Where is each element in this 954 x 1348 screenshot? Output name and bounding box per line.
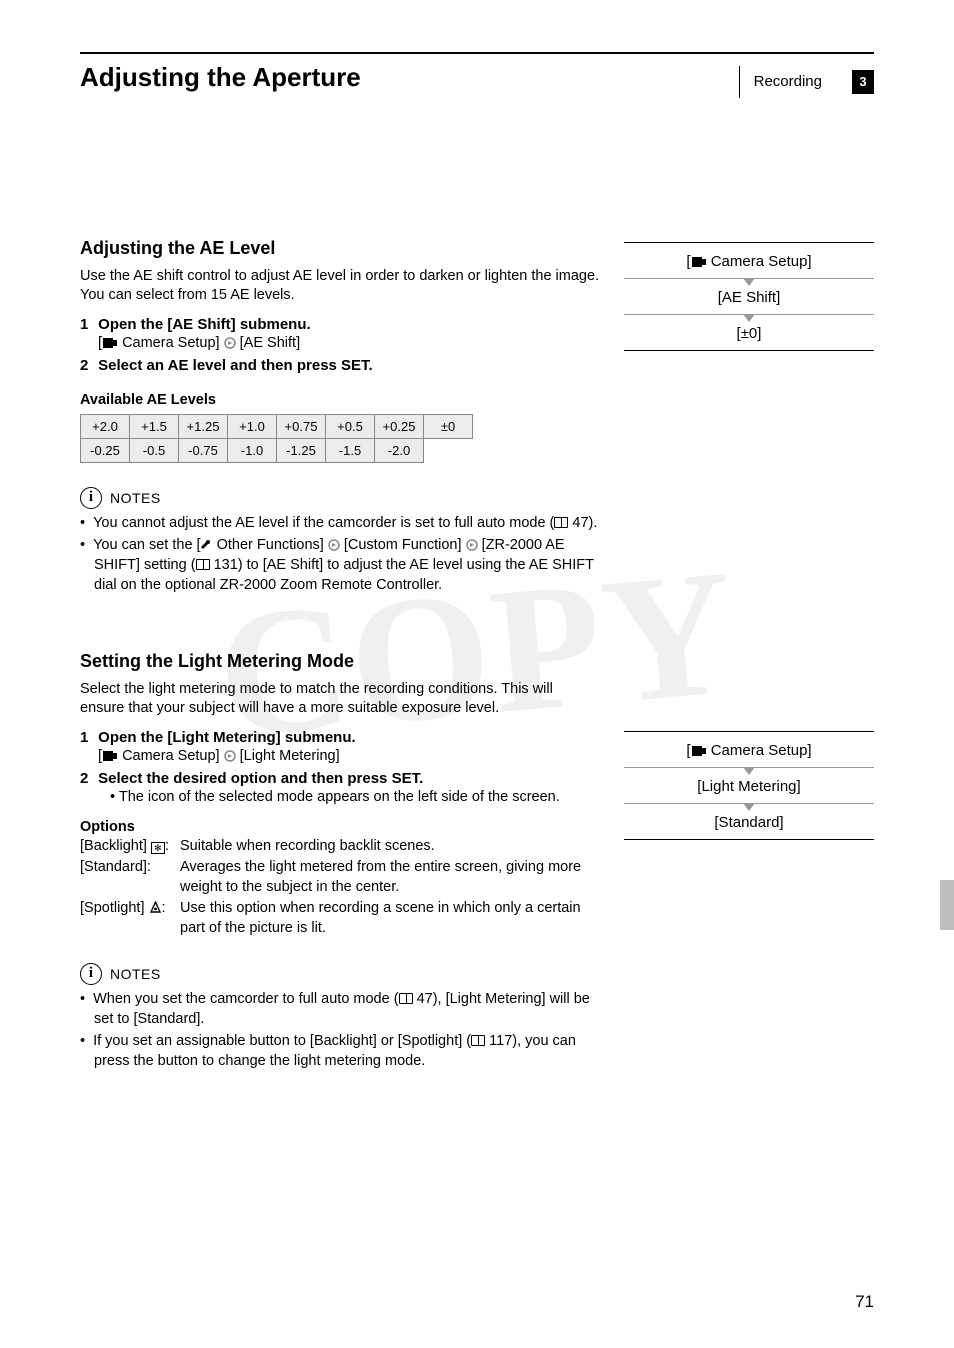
path-row: [±0] (624, 315, 874, 350)
opt-backlight: [Backlight] ✻: Suitable when recording b… (80, 837, 600, 857)
ae-notes-header: i NOTES (80, 487, 600, 509)
ae-cell: +1.0 (228, 414, 277, 438)
lm-step1-text: Open the [Light Metering] submenu. (98, 729, 356, 746)
note-text: When you set the camcorder to full auto … (93, 991, 398, 1007)
ae-cell: -0.75 (179, 438, 228, 462)
info-icon: i (80, 487, 102, 509)
book-ref-icon (196, 559, 210, 570)
notes-label: NOTES (110, 490, 161, 506)
ae-levels-table: +2.0 +1.5 +1.25 +1.0 +0.75 +0.5 +0.25 ±0… (80, 414, 473, 463)
ae-cell: -0.25 (81, 438, 130, 462)
lm-step2: 2 Select the desired option and then pre… (80, 770, 600, 787)
info-icon: i (80, 963, 102, 985)
opt-label: [Standard]: (80, 858, 180, 897)
ae-note2: You can set the [ Other Functions] [Cust… (80, 535, 600, 595)
note-text: [Custom Function] (344, 537, 462, 553)
camera-icon (102, 337, 118, 349)
note-text: Other Functions] (213, 537, 324, 553)
arrow-icon (466, 539, 478, 551)
ae-path-b: [AE Shift] (240, 335, 300, 351)
opt-desc: Use this option when recording a scene i… (180, 899, 600, 938)
path-row: [Light Metering] (624, 768, 874, 803)
ae-step1-path: [ Camera Setup] [AE Shift] (98, 335, 600, 351)
opt-desc: Averages the light metered from the enti… (180, 858, 600, 897)
lm-path-a: Camera Setup] (122, 748, 220, 764)
ae-step1: 1 Open the [AE Shift] submenu. (80, 316, 600, 333)
note-ref: 47). (572, 515, 597, 531)
ae-cell: +2.0 (81, 414, 130, 438)
path-row: [ Camera Setup] (624, 732, 874, 767)
ae-notes-list: You cannot adjust the AE level if the ca… (80, 513, 600, 595)
arrow-icon (224, 750, 236, 762)
lm-notes-list: When you set the camcorder to full auto … (80, 989, 600, 1071)
arrow-icon (328, 539, 340, 551)
arrow-icon (224, 337, 236, 349)
ae-cell: +0.5 (326, 414, 375, 438)
path-row: [Standard] (624, 804, 874, 839)
book-ref-icon (554, 517, 568, 528)
camera-icon (691, 745, 707, 757)
ae-cell: -2.0 (375, 438, 424, 462)
book-ref-icon (471, 1035, 485, 1046)
lm-notes-header: i NOTES (80, 963, 600, 985)
lm-step2-text: Select the desired option and then press… (98, 770, 423, 787)
ae-cell: +1.5 (130, 414, 179, 438)
ae-cell: -1.25 (277, 438, 326, 462)
opt-label: [Spotlight] : (80, 899, 180, 938)
ae-note1: You cannot adjust the AE level if the ca… (80, 513, 600, 533)
options-title: Options (80, 819, 600, 835)
wrench-icon (201, 539, 213, 551)
lm-note2: If you set an assignable button to [Back… (80, 1031, 600, 1071)
available-levels-label: Available AE Levels (80, 392, 600, 408)
camera-icon (102, 750, 118, 762)
page-number: 71 (855, 1292, 874, 1312)
notes-label: NOTES (110, 966, 161, 982)
spotlight-icon (149, 901, 162, 914)
lm-note1: When you set the camcorder to full auto … (80, 989, 600, 1029)
note-text: You can set the [ (93, 537, 201, 553)
path-text: Camera Setup] (711, 742, 812, 759)
ae-step2-text: Select an AE level and then press SET. (98, 357, 373, 374)
opt-desc: Suitable when recording backlit scenes. (180, 837, 435, 857)
top-rule: Adjusting the Aperture Recording 3 (80, 52, 874, 98)
camera-icon (691, 256, 707, 268)
ae-cell: ±0 (424, 414, 473, 438)
lm-step1-path: [ Camera Setup] [Light Metering] (98, 748, 600, 764)
ae-heading: Adjusting the AE Level (80, 238, 600, 259)
ae-cell: +0.25 (375, 414, 424, 438)
book-ref-icon (399, 993, 413, 1004)
path-row: [AE Shift] (624, 279, 874, 314)
opt-label: [Backlight] ✻: (80, 837, 180, 857)
chapter-chip: 3 (852, 70, 874, 94)
path-text: Camera Setup] (711, 253, 812, 270)
ae-cell: +1.25 (179, 414, 228, 438)
lm-step2-sub: • The icon of the selected mode appears … (110, 789, 600, 805)
opt-label-text: [Spotlight] (80, 900, 145, 916)
side-tab (940, 880, 954, 930)
lm-path-b: [Light Metering] (240, 748, 340, 764)
ae-step1-text: Open the [AE Shift] submenu. (98, 316, 311, 333)
lm-intro: Select the light metering mode to match … (80, 680, 600, 719)
note-text: If you set an assignable button to [Back… (93, 1033, 471, 1049)
opt-label-text: [Backlight] (80, 838, 147, 854)
path-row: [ Camera Setup] (624, 243, 874, 278)
page-title: Adjusting the Aperture (80, 62, 361, 93)
ae-step2: 2 Select an AE level and then press SET. (80, 357, 600, 374)
ae-cell: -0.5 (130, 438, 179, 462)
ae-cell: -1.0 (228, 438, 277, 462)
ae-menu-path: [ Camera Setup] [AE Shift] [±0] (624, 242, 874, 351)
lm-heading: Setting the Light Metering Mode (80, 651, 600, 672)
ae-cell: -1.5 (326, 438, 375, 462)
lm-menu-path: [ Camera Setup] [Light Metering] [Standa… (624, 731, 874, 840)
opt-spotlight: [Spotlight] : Use this option when recor… (80, 899, 600, 938)
ae-path-a: Camera Setup] (122, 335, 220, 351)
note-text: You cannot adjust the AE level if the ca… (93, 515, 554, 531)
backlight-icon: ✻ (151, 842, 165, 854)
section-label: Recording (739, 66, 832, 98)
ae-cell: +0.75 (277, 414, 326, 438)
lm-sub-text: The icon of the selected mode appears on… (119, 789, 560, 805)
lm-step1: 1 Open the [Light Metering] submenu. (80, 729, 600, 746)
opt-standard: [Standard]: Averages the light metered f… (80, 858, 600, 897)
ae-intro: Use the AE shift control to adjust AE le… (80, 267, 600, 306)
